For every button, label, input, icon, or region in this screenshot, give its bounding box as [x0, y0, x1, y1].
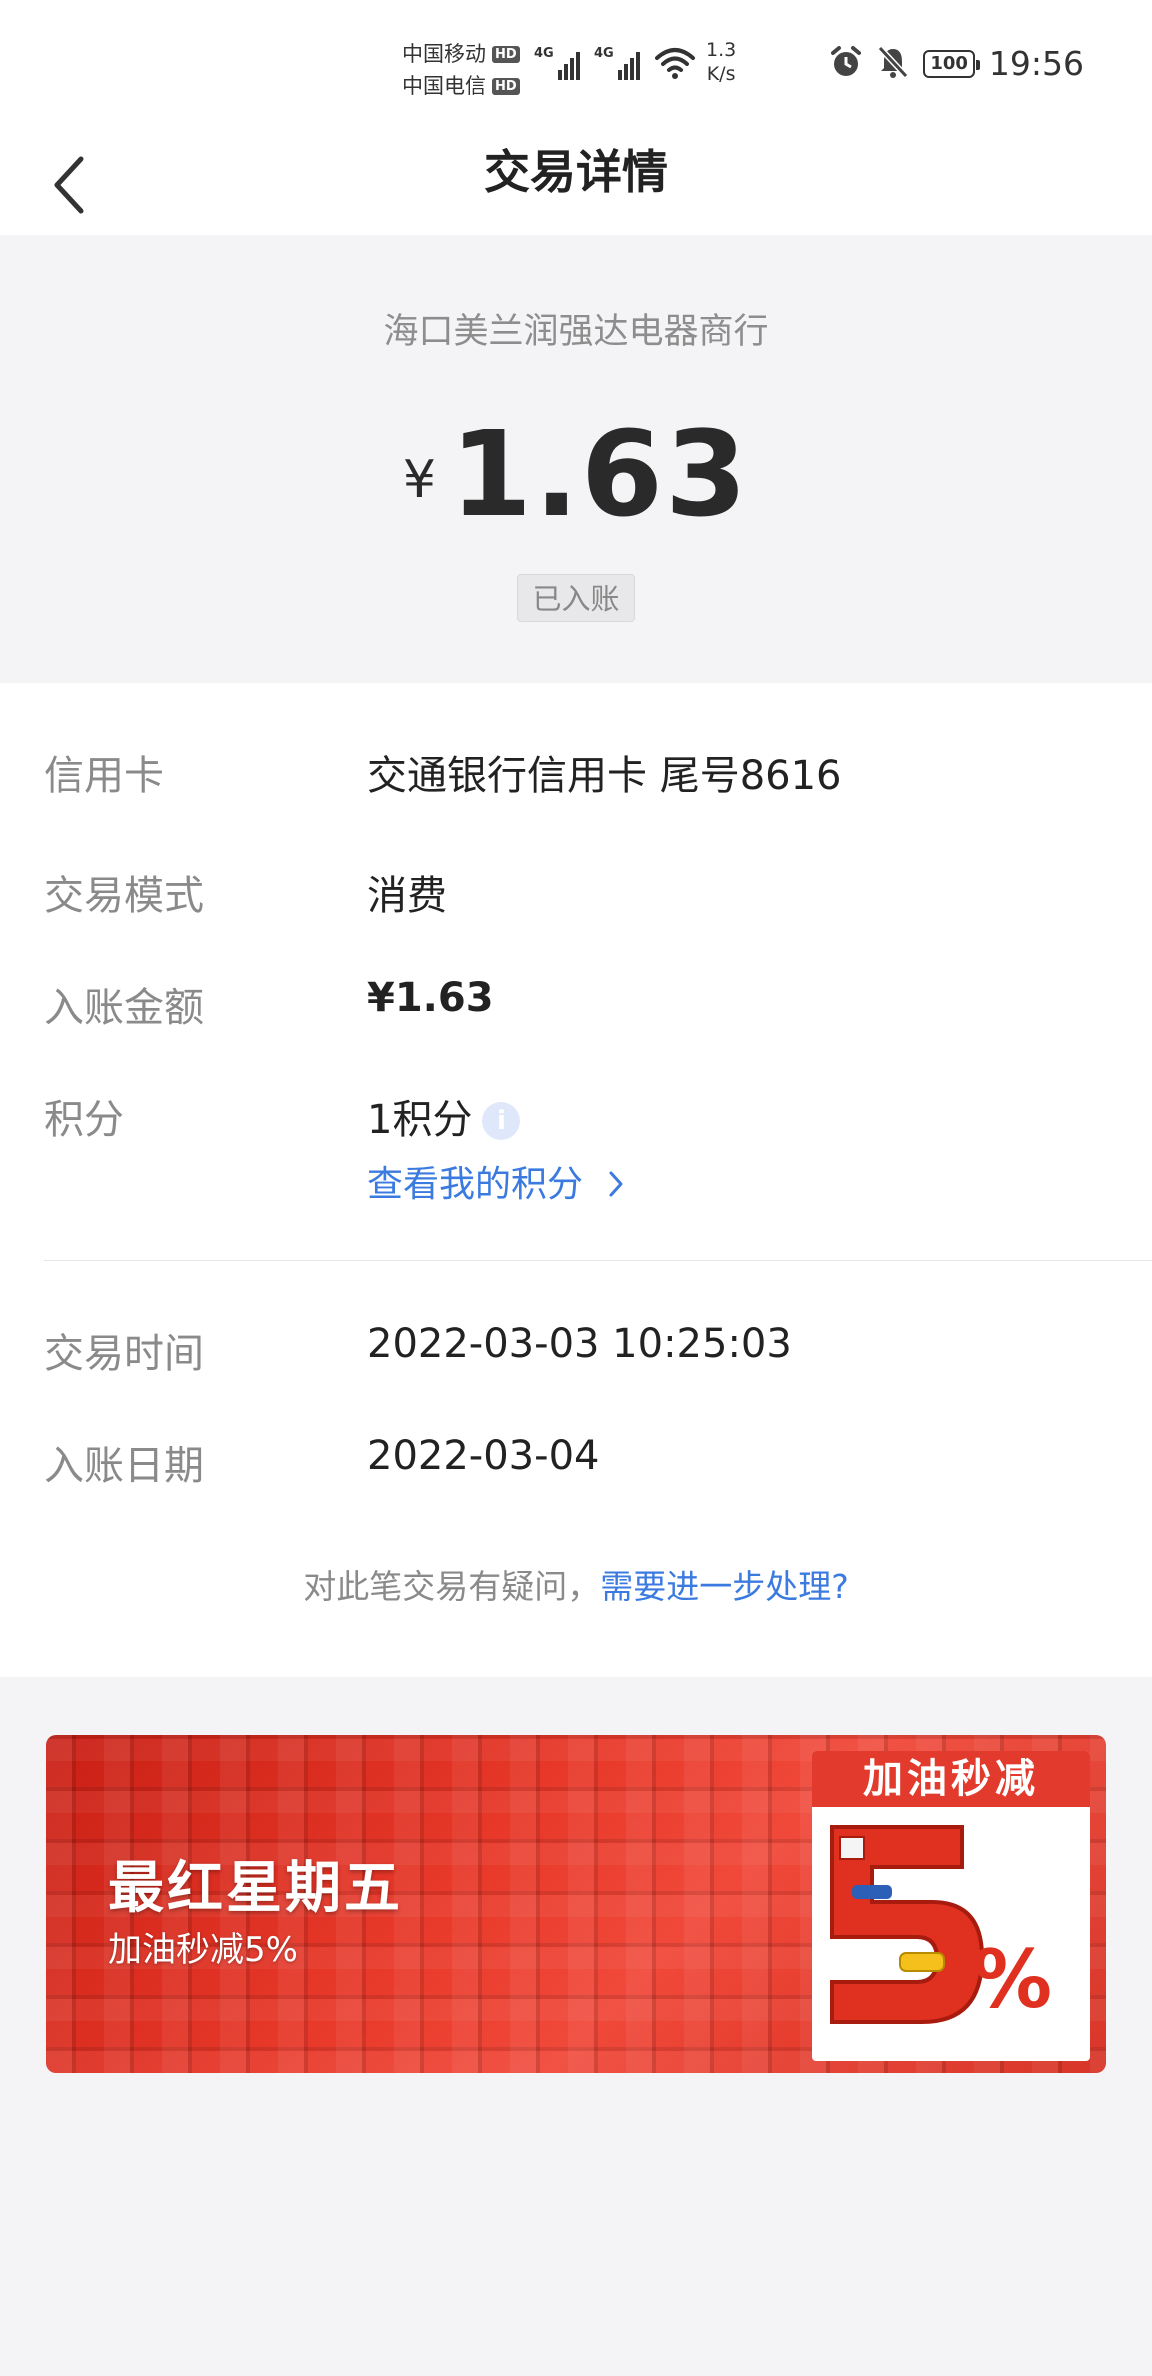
mute-bell-icon	[877, 45, 909, 83]
wifi-icon	[654, 46, 696, 84]
mode-label: 交易模式	[44, 873, 204, 919]
transaction-amount: ¥1.63	[0, 405, 1152, 543]
points-row: 1积分 i	[367, 1087, 521, 1145]
dispute-prompt: 对此笔交易有疑问，需要进一步处理?	[303, 1567, 849, 1606]
info-icon[interactable]: i	[482, 1102, 521, 1140]
mode-value: 消费	[367, 873, 447, 919]
post-date-label: 入账日期	[44, 1443, 204, 1489]
txn-time-value: 2022-03-03 10:25:03	[367, 1321, 792, 1367]
card-label: 信用卡	[44, 753, 164, 799]
merchant-name: 海口美兰润强达电器商行	[383, 312, 769, 352]
promo-banner[interactable]: 最红星期五 加油秒减5% 加油秒减 % 5%	[46, 1735, 1106, 2073]
battery-icon: 100	[923, 49, 980, 78]
promo-heading: 加油秒减	[812, 1751, 1090, 1807]
carrier-1: 中国移动	[402, 42, 486, 66]
promo-card: 加油秒减 % 5%	[812, 1751, 1090, 2061]
svg-text:%: %	[972, 1933, 1052, 2026]
signal-icon: 4G	[534, 46, 580, 80]
view-points-link[interactable]: 查看我的积分	[367, 1155, 626, 1207]
transaction-details: 信用卡 交通银行信用卡 尾号8616 交易模式 消费 入账金额 ¥1.63 积分…	[0, 683, 1152, 1677]
chevron-left-icon	[54, 156, 84, 214]
dispute-link[interactable]: 需要进一步处理?	[600, 1567, 849, 1606]
carrier-info: 中国移动 HD 中国电信 HD	[402, 38, 520, 102]
points-value: 1积分	[367, 1097, 473, 1143]
currency-symbol: ¥	[402, 450, 436, 510]
nav-bar: 交易详情	[0, 130, 1152, 235]
back-button[interactable]	[44, 150, 94, 220]
signal-icon: 4G	[594, 46, 640, 80]
points-label: 积分	[44, 1097, 124, 1143]
card-value: 交通银行信用卡 尾号8616	[367, 753, 842, 799]
divider	[44, 1260, 1152, 1261]
status-badge: 已入账	[517, 574, 635, 622]
fuel-discount-graphic: % 5%	[812, 1807, 1090, 2061]
banner-subtitle: 加油秒减5%	[108, 1930, 298, 1970]
network-speed: 1.3 K/s	[706, 39, 737, 85]
hd-badge: HD	[492, 45, 520, 63]
post-date-value: 2022-03-04	[367, 1433, 600, 1479]
posted-amount-value: ¥1.63	[367, 975, 494, 1021]
page-title: 交易详情	[484, 145, 668, 199]
clock: 19:56	[988, 44, 1084, 83]
hd-badge: HD	[492, 77, 520, 95]
alarm-icon	[829, 45, 863, 83]
transaction-header: 海口美兰润强达电器商行 ¥1.63 已入账	[0, 235, 1152, 683]
chevron-right-icon	[609, 1171, 623, 1197]
posted-amount-label: 入账金额	[44, 985, 204, 1031]
status-bar: 中国移动 HD 中国电信 HD 4G 4G 1.3 K/s 100 19:56	[0, 0, 1152, 130]
carrier-2: 中国电信	[402, 74, 486, 98]
txn-time-label: 交易时间	[44, 1331, 204, 1377]
banner-title: 最红星期五	[108, 1856, 403, 1921]
amount-value: 1.63	[449, 405, 750, 543]
